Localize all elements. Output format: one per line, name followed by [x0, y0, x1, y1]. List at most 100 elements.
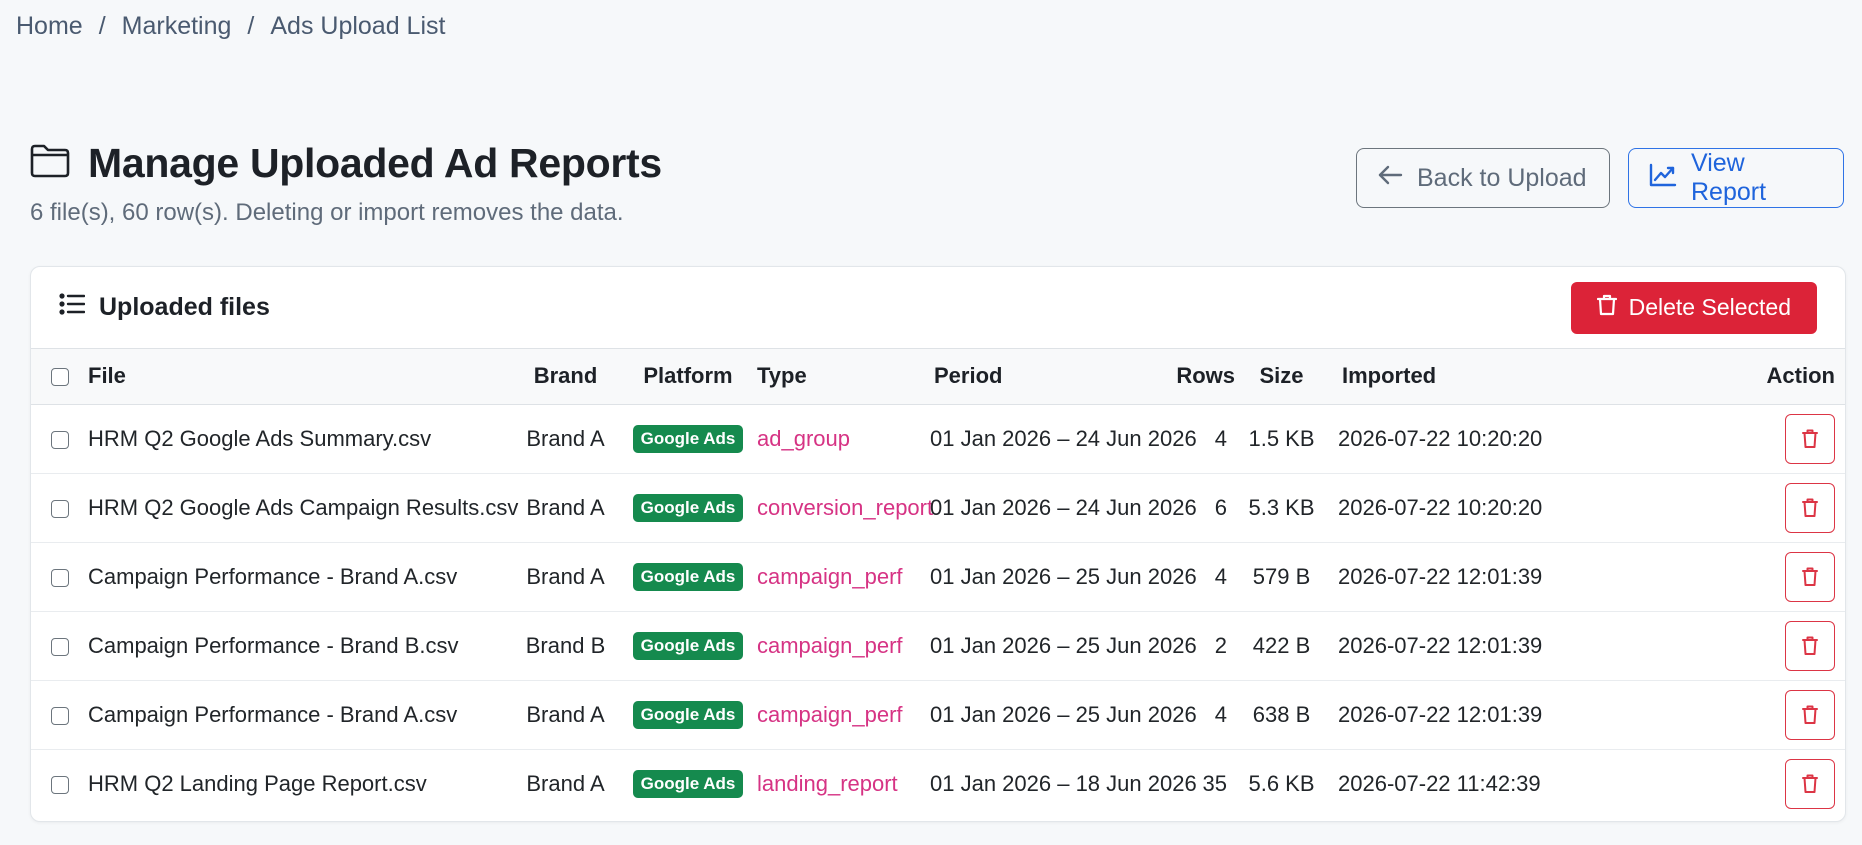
row-select-checkbox[interactable]	[50, 706, 69, 725]
column-header-period[interactable]: Period	[922, 349, 1167, 405]
delete-selected-label: Delete Selected	[1628, 294, 1791, 320]
trash-icon	[1596, 294, 1629, 322]
platform-badge: Google Ads	[632, 563, 744, 591]
file-name-cell: HRM Q2 Google Ads Campaign Results.csv	[88, 473, 518, 543]
breadcrumb-separator: /	[98, 12, 106, 40]
delete-row-button[interactable]	[1785, 689, 1835, 740]
file-size-cell: 1.5 KB	[1235, 404, 1328, 474]
trash-icon	[1802, 636, 1818, 656]
file-name-cell: Campaign Performance - Brand A.csv	[88, 542, 502, 612]
column-header-imported[interactable]: Imported	[1328, 349, 1554, 405]
brand-cell: Brand A	[502, 473, 629, 543]
report-type-code: ad_group	[757, 425, 850, 451]
files-table: File Brand Platform Type Period Rows Siz…	[31, 349, 1845, 818]
breadcrumb-separator: /	[247, 12, 255, 40]
table-row[interactable]: HRM Q2 Google Ads Summary.csv Brand A Goog…	[31, 404, 1845, 474]
period-cell: 01 Jan 2026 – 25 Jun 2026	[922, 680, 1197, 750]
report-type-code: campaign_perf	[757, 632, 903, 658]
platform-badge: Google Ads	[632, 632, 744, 660]
table-row[interactable]: Campaign Performance - Brand B.csv Brand …	[31, 611, 1845, 681]
file-size-cell: 638 B	[1235, 680, 1328, 750]
trash-icon	[1802, 567, 1818, 587]
column-header-brand[interactable]: Brand	[502, 349, 629, 405]
imported-at-cell: 2026-07-22 12:01:39	[1328, 611, 1554, 681]
table-row[interactable]: Campaign Performance - Brand A.csv Brand …	[31, 680, 1845, 750]
report-type-code: landing_report	[757, 770, 898, 796]
brand-cell: Brand B	[502, 611, 629, 681]
card-title: Uploaded files	[59, 293, 270, 322]
table-row[interactable]: HRM Q2 Google Ads Campaign Results.csv Br…	[31, 473, 1845, 543]
page-header: Manage Uploaded Ad Reports 6 file(s), 60…	[30, 140, 1844, 227]
card-header: Uploaded files Delete Selected	[31, 267, 1845, 349]
imported-at-cell: 2026-07-22 12:01:39	[1328, 542, 1554, 612]
view-report-button[interactable]: View Report	[1628, 148, 1844, 208]
file-size-cell: 579 B	[1235, 542, 1328, 612]
back-to-upload-label: Back to Upload	[1417, 163, 1587, 192]
brand-cell: Brand A	[502, 404, 629, 474]
file-name-cell: Campaign Performance - Brand B.csv	[88, 611, 502, 681]
brand-cell: Brand A	[526, 770, 605, 796]
breadcrumb-current: Ads Upload List	[270, 12, 446, 40]
file-size-cell: 5.6 KB	[1248, 770, 1315, 796]
imported-at-cell: 2026-07-22 10:20:20	[1328, 404, 1554, 474]
imported-at-cell: 2026-07-22 11:42:39	[1338, 770, 1541, 796]
period-cell: 01 Jan 2026 – 18 Jun 2026	[930, 770, 1197, 796]
file-name-cell: HRM Q2 Landing Page Report.csv	[88, 770, 427, 796]
brand-cell: Brand A	[502, 680, 629, 750]
brand-cell: Brand A	[502, 542, 629, 612]
back-to-upload-button[interactable]: Back to Upload	[1356, 148, 1610, 208]
platform-badge: Google Ads	[632, 425, 744, 453]
row-select-checkbox[interactable]	[50, 775, 69, 794]
column-header-action: Action	[1554, 349, 1845, 405]
report-type-code: conversion_report	[757, 494, 934, 520]
column-header-type[interactable]: Type	[747, 349, 922, 405]
column-header-size[interactable]: Size	[1235, 349, 1328, 405]
breadcrumb-home[interactable]: Home	[16, 12, 83, 41]
delete-row-button[interactable]	[1785, 551, 1835, 602]
trash-icon	[1802, 498, 1818, 518]
row-select-checkbox[interactable]	[50, 637, 69, 656]
table-row[interactable]: Campaign Performance - Brand A.csv Brand …	[31, 542, 1845, 612]
platform-badge: Google Ads	[632, 701, 744, 729]
report-type-code: campaign_perf	[757, 701, 903, 727]
table-header-row: File Brand Platform Type Period Rows Siz…	[31, 349, 1845, 405]
table-body: HRM Q2 Google Ads Summary.csv Brand A Goog…	[31, 404, 1845, 818]
row-select-checkbox[interactable]	[50, 430, 69, 449]
file-name-cell: HRM Q2 Google Ads Summary.csv	[88, 404, 502, 474]
imported-at-cell: 2026-07-22 10:20:20	[1328, 473, 1554, 543]
row-select-checkbox[interactable]	[50, 499, 69, 518]
column-header-rows[interactable]: Rows	[1167, 349, 1235, 405]
period-cell: 01 Jan 2026 – 25 Jun 2026	[922, 542, 1197, 612]
file-size-cell: 422 B	[1235, 611, 1328, 681]
platform-badge: Google Ads	[632, 494, 744, 522]
delete-row-button[interactable]	[1785, 758, 1835, 809]
imported-at-cell: 2026-07-22 12:01:39	[1328, 680, 1554, 750]
view-report-label: View Report	[1691, 149, 1767, 206]
uploaded-files-card: Uploaded files Delete Selected File Bran…	[30, 266, 1846, 822]
delete-row-button[interactable]	[1785, 482, 1835, 533]
folder-icon	[30, 144, 88, 183]
row-select-checkbox[interactable]	[50, 568, 69, 587]
file-name-cell: Campaign Performance - Brand A.csv	[88, 680, 502, 750]
period-cell: 01 Jan 2026 – 25 Jun 2026	[922, 611, 1197, 681]
breadcrumb: Home / Marketing / Ads Upload List	[16, 12, 445, 41]
delete-selected-button[interactable]: Delete Selected	[1570, 281, 1817, 334]
platform-badge: Google Ads	[632, 770, 744, 799]
card-title-label: Uploaded files	[99, 293, 270, 321]
header-actions: Back to Upload View Report	[1356, 148, 1844, 208]
period-cell: 01 Jan 2026 – 24 Jun 2026	[922, 404, 1197, 474]
list-icon	[59, 293, 99, 322]
arrow-left-icon	[1377, 164, 1417, 193]
breadcrumb-marketing[interactable]: Marketing	[122, 12, 232, 41]
column-header-platform[interactable]: Platform	[629, 349, 747, 405]
period-cell: 01 Jan 2026 – 24 Jun 2026	[922, 473, 1197, 543]
report-type-code: campaign_perf	[757, 563, 903, 589]
select-all-checkbox[interactable]	[50, 368, 69, 387]
delete-row-button[interactable]	[1785, 413, 1835, 464]
column-header-file[interactable]: File	[88, 349, 502, 405]
trash-icon	[1802, 429, 1818, 449]
page-title: Manage Uploaded Ad Reports	[88, 140, 662, 186]
chart-line-icon	[1649, 163, 1691, 194]
table-row[interactable]: HRM Q2 Landing Page Report.csv Brand A Goo…	[31, 749, 1845, 818]
delete-row-button[interactable]	[1785, 620, 1835, 671]
